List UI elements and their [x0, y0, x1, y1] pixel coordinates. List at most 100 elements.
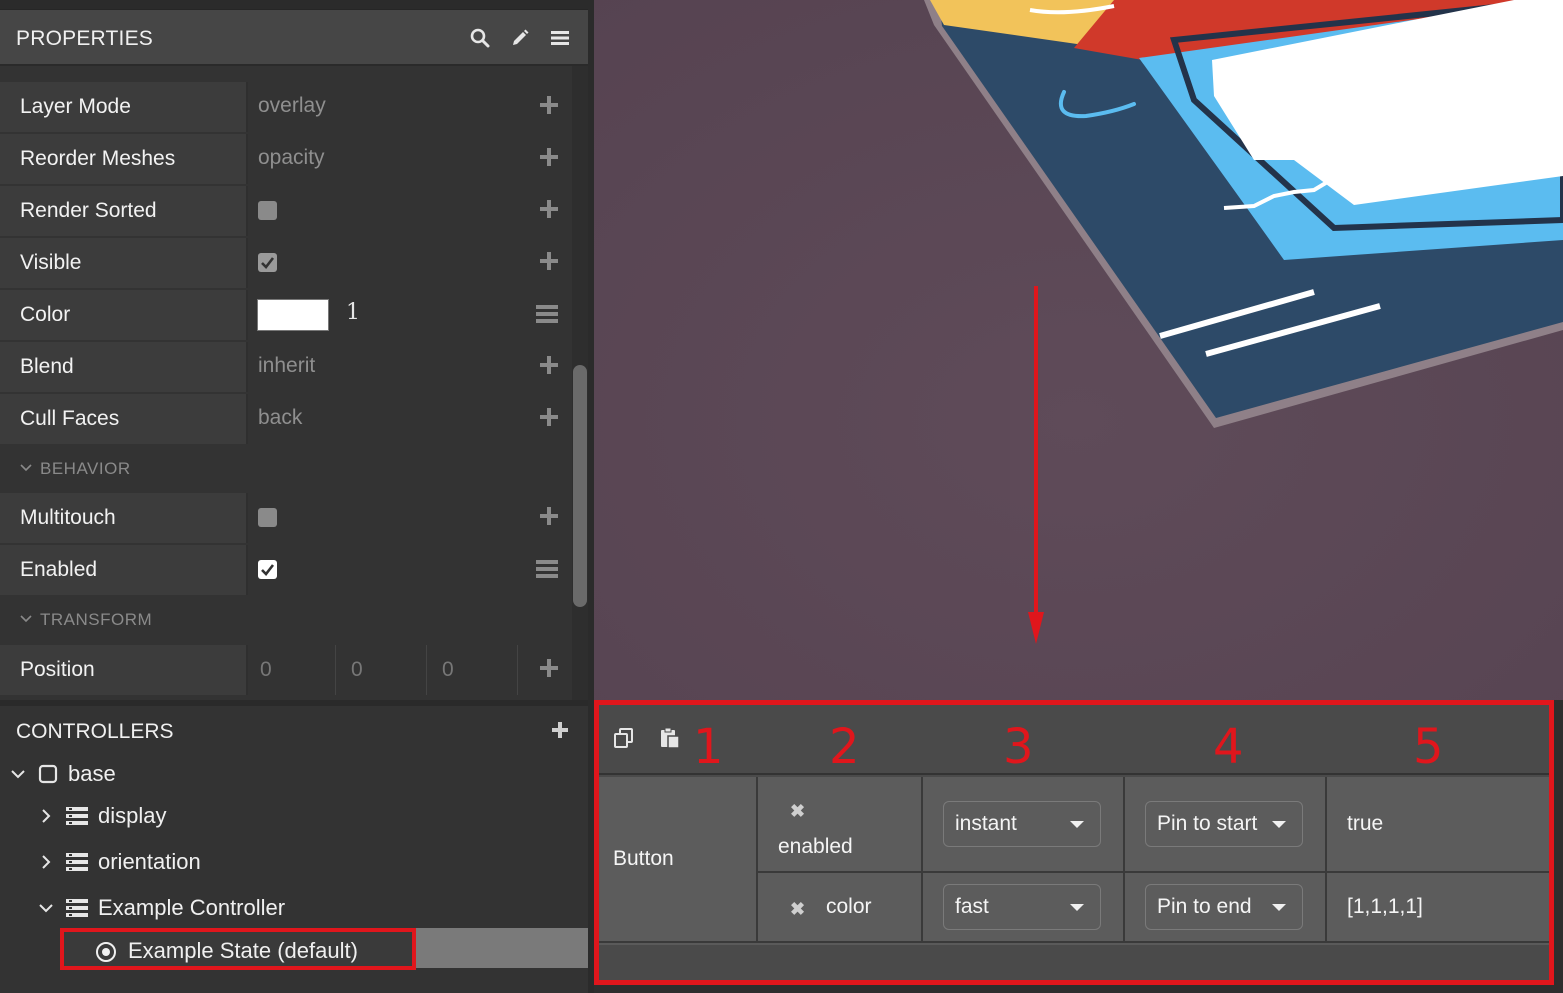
prop-label: Enabled [0, 545, 246, 595]
add-icon[interactable] [540, 200, 558, 218]
prop-row-color: Color 1 [0, 290, 572, 340]
chevron-down-icon [20, 464, 32, 472]
copy-icon[interactable] [613, 727, 635, 751]
scene-viewport[interactable] [594, 0, 1563, 700]
prop-label: Position [0, 645, 246, 695]
render-sorted-field [248, 186, 572, 236]
prop-row-render-sorted: Render Sorted [0, 186, 572, 236]
controllers-title: CONTROLLERS [16, 720, 174, 743]
chevron-right-icon[interactable] [36, 855, 56, 869]
visible-checkbox[interactable] [258, 253, 277, 272]
property-name: enabled [778, 835, 853, 858]
column-number-5: 5 [1413, 719, 1444, 775]
chevron-down-icon[interactable] [36, 903, 56, 913]
remove-icon[interactable]: ✖ [790, 801, 805, 822]
controllers-panel: CONTROLLERS base display orientation Exa… [0, 706, 588, 993]
prop-label: Visible [0, 238, 246, 288]
column-number-1: 1 [693, 719, 724, 775]
prop-label: Color [0, 290, 246, 340]
add-controller-button[interactable] [552, 722, 568, 738]
pin-dropdown[interactable]: Pin to start [1145, 801, 1303, 847]
transform-section-header[interactable]: TRANSFORM [0, 597, 572, 643]
position-z-input[interactable]: 0 [430, 645, 518, 695]
add-icon[interactable] [540, 659, 558, 677]
multitouch-checkbox[interactable] [258, 508, 277, 527]
column-number-3: 3 [1003, 719, 1034, 775]
color-field: 1 [248, 290, 572, 340]
selected-row-highlight [416, 928, 588, 968]
table-row-pin-cell: Pin to start [1125, 777, 1327, 873]
prop-row-multitouch: Multitouch [0, 493, 572, 543]
hamburger-menu-icon[interactable] [546, 24, 574, 52]
tree-item-example-state[interactable]: Example State (default) [60, 928, 416, 970]
add-icon[interactable] [540, 96, 558, 114]
layer-mode-field[interactable]: overlay [248, 82, 572, 132]
caret-down-icon [1070, 904, 1084, 911]
caret-down-icon [1272, 904, 1286, 911]
search-icon[interactable] [466, 24, 494, 52]
prop-value-text: overlay [258, 94, 326, 117]
pencil-icon[interactable] [506, 24, 534, 52]
prop-row-layer-mode: Layer Mode overlay [0, 82, 572, 132]
target-name: Button [613, 847, 674, 870]
tree-item-example-controller[interactable]: Example Controller [36, 888, 285, 928]
section-title: TRANSFORM [40, 610, 153, 629]
radio-state-icon [96, 942, 116, 962]
enabled-checkbox[interactable] [258, 560, 277, 579]
blend-field[interactable]: inherit [248, 342, 572, 392]
table-row-value-cell[interactable]: [1,1,1,1] [1327, 873, 1549, 943]
list-icon[interactable] [536, 305, 558, 323]
properties-scrollbar-thumb[interactable] [573, 365, 587, 607]
chevron-down-icon[interactable] [8, 769, 28, 779]
prop-label: Cull Faces [0, 394, 246, 444]
prop-label: Reorder Meshes [0, 134, 246, 184]
target-cell: Button [599, 777, 758, 943]
tree-item-label: base [68, 761, 116, 786]
transition-dropdown[interactable]: instant [943, 801, 1101, 847]
property-name: color [826, 895, 872, 918]
table-row-transition-cell: instant [923, 777, 1125, 873]
state-table: 1 2 3 4 5 Button ✖ enabled instant Pin t… [594, 700, 1554, 985]
property-value: true [1347, 812, 1384, 835]
table-row-pin-cell: Pin to end [1125, 873, 1327, 943]
position-y-input[interactable]: 0 [339, 645, 427, 695]
left-panel: PROPERTIES Layer Mode overlay Reorder Me… [0, 0, 590, 993]
color-alpha-value[interactable]: 1 [346, 290, 360, 336]
prop-value-text: back [258, 406, 303, 429]
pin-dropdown[interactable]: Pin to end [1145, 884, 1303, 930]
prop-label: Blend [0, 342, 246, 392]
add-icon[interactable] [540, 148, 558, 166]
chevron-right-icon[interactable] [36, 809, 56, 823]
tree-item-display[interactable]: display [36, 796, 166, 836]
visible-field [248, 238, 572, 288]
add-icon[interactable] [540, 408, 558, 426]
cull-faces-field[interactable]: back [248, 394, 572, 444]
remove-icon[interactable]: ✖ [790, 899, 805, 920]
prop-value-text: opacity [258, 146, 325, 169]
scene-illustration [594, 0, 1563, 700]
tree-item-base[interactable]: base [8, 754, 116, 794]
prop-value-text: inherit [258, 354, 316, 377]
add-icon[interactable] [540, 507, 558, 525]
node-square-icon [38, 764, 58, 784]
section-title: BEHAVIOR [40, 459, 131, 478]
tree-item-label: Example State (default) [128, 938, 358, 963]
prop-label: Multitouch [0, 493, 246, 543]
position-x-input[interactable]: 0 [248, 645, 336, 695]
position-field: 0 0 0 [248, 645, 572, 695]
tree-item-label: Example Controller [98, 895, 286, 920]
add-icon[interactable] [540, 252, 558, 270]
add-icon[interactable] [540, 356, 558, 374]
table-row-value-cell[interactable]: true [1327, 777, 1549, 873]
controller-list-icon [66, 853, 88, 871]
prop-label: Render Sorted [0, 186, 246, 236]
tree-item-orientation[interactable]: orientation [36, 842, 201, 882]
transition-dropdown[interactable]: fast [943, 884, 1101, 930]
color-swatch[interactable] [257, 299, 329, 331]
paste-icon[interactable] [659, 727, 681, 751]
behavior-section-header[interactable]: BEHAVIOR [0, 446, 572, 492]
prop-row-reorder-meshes: Reorder Meshes opacity [0, 134, 572, 184]
render-sorted-checkbox[interactable] [258, 201, 277, 220]
list-icon[interactable] [536, 560, 558, 578]
reorder-meshes-field[interactable]: opacity [248, 134, 572, 184]
